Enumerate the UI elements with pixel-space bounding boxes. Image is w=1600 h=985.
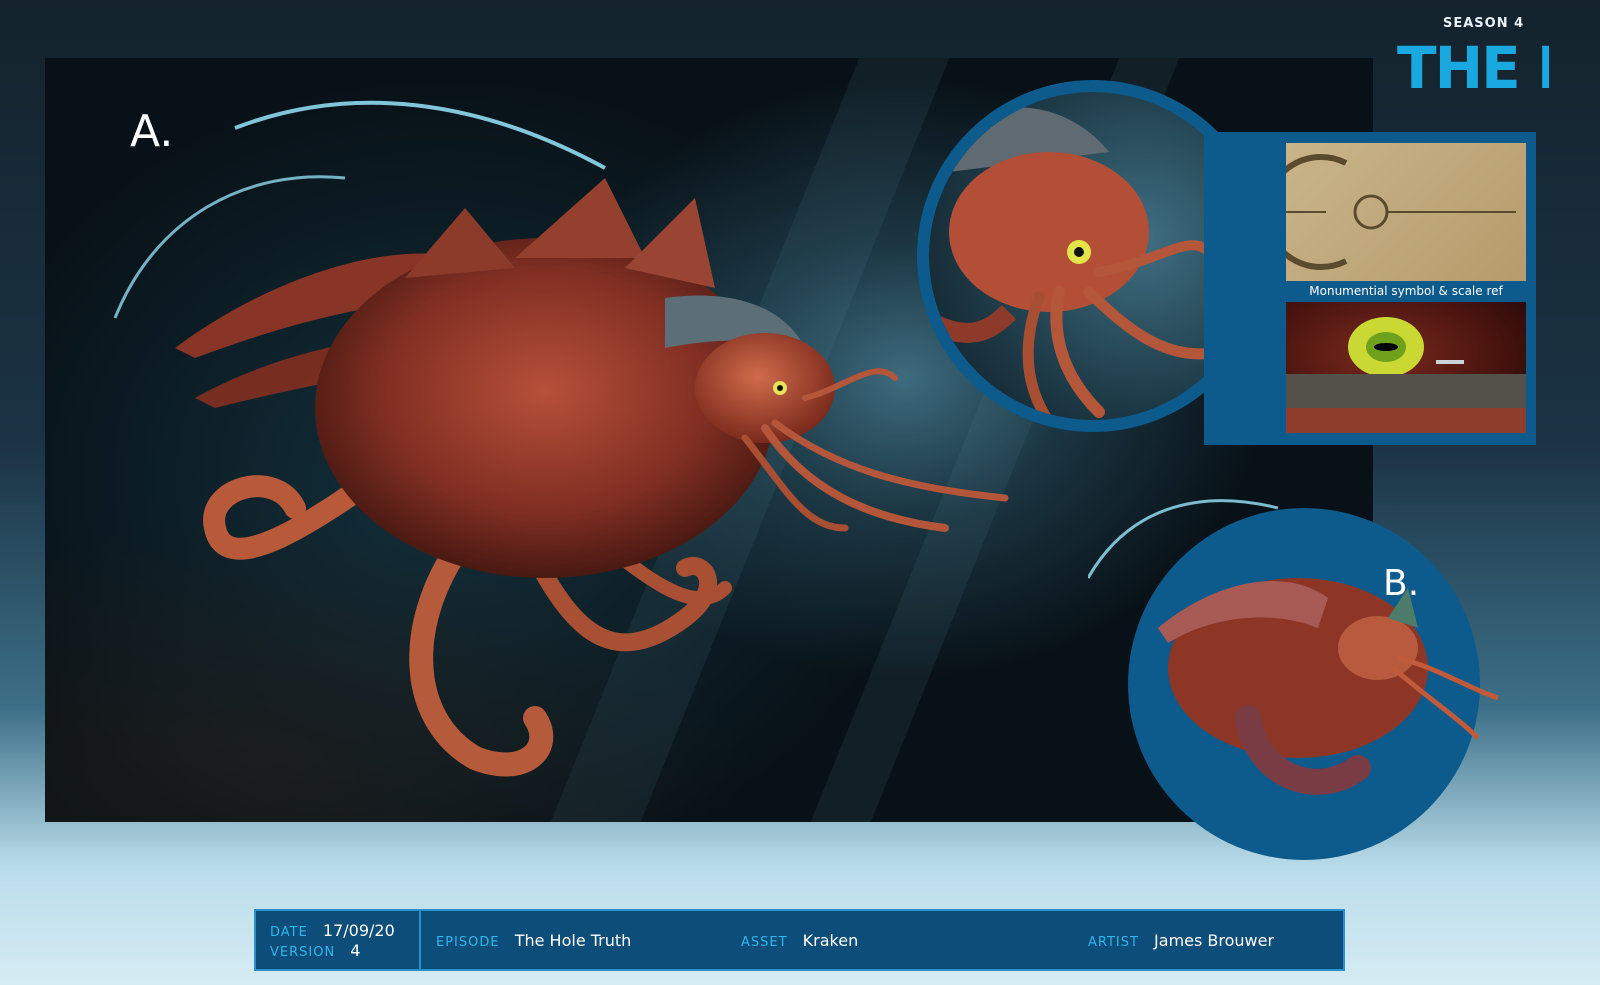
date-row: DATE 17/09/20 <box>270 921 395 940</box>
variant-b-circle: B. <box>1088 499 1499 860</box>
monument-symbol-sketch <box>1263 143 1526 281</box>
monument-symbol-icon <box>1263 154 1516 270</box>
version-row: VERSION 4 <box>270 941 360 960</box>
artist-value: James Brouwer <box>1154 931 1275 950</box>
season-label: SEASON 4 <box>1443 16 1525 31</box>
date-label: DATE <box>270 925 308 940</box>
version-value: 4 <box>350 941 361 960</box>
asset-value: Kraken <box>802 931 859 950</box>
eye-icon <box>1286 317 1526 433</box>
show-logo: SEASON 4 THE DEEP <box>1385 14 1555 96</box>
info-date-version: DATE 17/09/20 VERSION 4 <box>256 911 421 969</box>
asset-label: ASSET <box>741 935 788 950</box>
eye-scale-reference <box>1286 302 1526 433</box>
artist-label: ARTIST <box>1088 935 1139 950</box>
kraken-illustration-b <box>1088 499 1499 795</box>
variant-a-label: A. <box>130 106 174 157</box>
logo-wordmark-icon: THE DEEP <box>1397 36 1549 94</box>
info-bar: DATE 17/09/20 VERSION 4 EPISODE The Hole… <box>254 909 1345 971</box>
variant-b-label: B. <box>1383 563 1420 604</box>
artist-field: ARTIST James Brouwer <box>1088 931 1274 950</box>
version-label: VERSION <box>270 945 336 960</box>
asset-field: ASSET Kraken <box>741 931 858 950</box>
episode-label: EPISODE <box>436 935 500 950</box>
reference-caption: Monumential symbol & scale ref <box>1309 284 1503 298</box>
logo-wordmark: THE DEEP <box>1397 36 1549 94</box>
episode-value: The Hole Truth <box>514 931 632 950</box>
episode-field: EPISODE The Hole Truth <box>436 931 631 950</box>
date-value: 17/09/20 <box>322 921 395 940</box>
